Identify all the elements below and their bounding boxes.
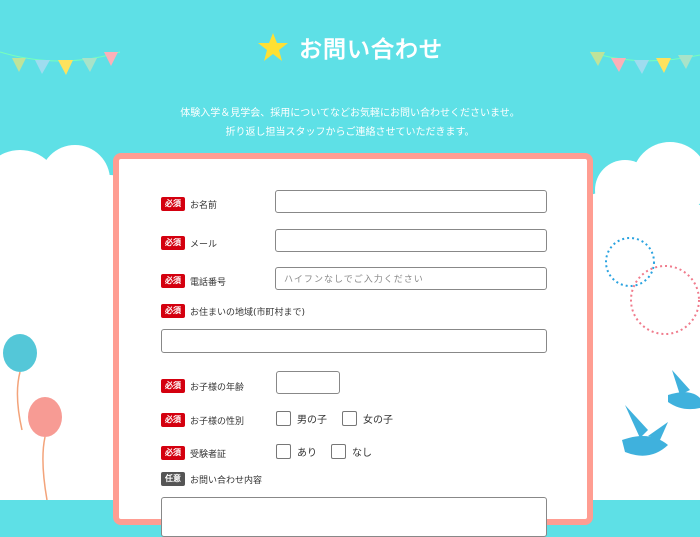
inquiry-textarea[interactable] bbox=[161, 497, 547, 537]
phone-label: 電話番号 bbox=[190, 277, 227, 288]
name-label: お名前 bbox=[190, 200, 218, 211]
exam-card-row: 必須 受験者証 bbox=[161, 446, 226, 460]
exam-option-label: なし bbox=[352, 448, 372, 459]
exam-card-label: 受験者証 bbox=[190, 449, 227, 460]
phone-placeholder: ハイフンなしでご入力ください bbox=[284, 275, 424, 285]
checkbox[interactable] bbox=[276, 444, 291, 459]
gender-option-label: 男の子 bbox=[297, 415, 327, 426]
child-gender-label: お子様の性別 bbox=[190, 416, 245, 427]
checkbox[interactable] bbox=[276, 411, 291, 426]
name-input[interactable] bbox=[275, 190, 547, 213]
required-badge: 必須 bbox=[161, 236, 185, 250]
exam-option-yes[interactable]: あり bbox=[276, 444, 317, 459]
required-badge: 必須 bbox=[161, 197, 185, 211]
child-age-row: 必須 お子様の年齢 bbox=[161, 379, 244, 393]
intro-text: 体験入学＆見学会、採用についてなどお気軽にお問い合わせくださいませ。 折り返し担… bbox=[0, 104, 700, 142]
checkbox[interactable] bbox=[331, 444, 346, 459]
address-row: 必須 お住まいの地域(市町村まで) bbox=[161, 304, 305, 318]
exam-option-no[interactable]: なし bbox=[331, 444, 372, 459]
gender-option-boy[interactable]: 男の子 bbox=[276, 411, 327, 426]
gender-option-label: 女の子 bbox=[363, 415, 393, 426]
email-input[interactable] bbox=[275, 229, 547, 252]
required-badge: 必須 bbox=[161, 446, 185, 460]
checkbox[interactable] bbox=[342, 411, 357, 426]
required-badge: 必須 bbox=[161, 274, 185, 288]
page-title-text: お問い合わせ bbox=[299, 37, 443, 63]
address-label: お住まいの地域(市町村まで) bbox=[190, 307, 306, 318]
contact-form: 必須 お名前 必須 メール 必須 電話番号 ハイフンなしでご入力ください 必須 … bbox=[113, 153, 593, 537]
intro-line-1: 体験入学＆見学会、採用についてなどお気軽にお問い合わせくださいませ。 bbox=[180, 108, 520, 119]
star-icon bbox=[257, 31, 289, 63]
page-title: お問い合わせ bbox=[257, 30, 443, 64]
name-row: 必須 お名前 bbox=[161, 197, 217, 211]
child-age-input[interactable] bbox=[276, 371, 340, 394]
email-label: メール bbox=[190, 239, 218, 250]
intro-line-2: 折り返し担当スタッフからご連絡させていただきます。 bbox=[225, 127, 475, 138]
required-badge: 必須 bbox=[161, 379, 185, 393]
child-gender-row: 必須 お子様の性別 bbox=[161, 413, 244, 427]
phone-row: 必須 電話番号 bbox=[161, 274, 226, 288]
required-badge: 必須 bbox=[161, 304, 185, 318]
email-row: 必須 メール bbox=[161, 236, 217, 250]
child-age-label: お子様の年齢 bbox=[190, 382, 245, 393]
optional-badge: 任意 bbox=[161, 472, 185, 486]
required-badge: 必須 bbox=[161, 413, 185, 427]
exam-option-label: あり bbox=[297, 448, 317, 459]
inquiry-label: お問い合わせ内容 bbox=[190, 475, 263, 486]
inquiry-row: 任意 お問い合わせ内容 bbox=[161, 472, 262, 486]
address-input[interactable] bbox=[161, 329, 547, 353]
phone-input[interactable]: ハイフンなしでご入力ください bbox=[275, 267, 547, 290]
gender-option-girl[interactable]: 女の子 bbox=[342, 411, 393, 426]
